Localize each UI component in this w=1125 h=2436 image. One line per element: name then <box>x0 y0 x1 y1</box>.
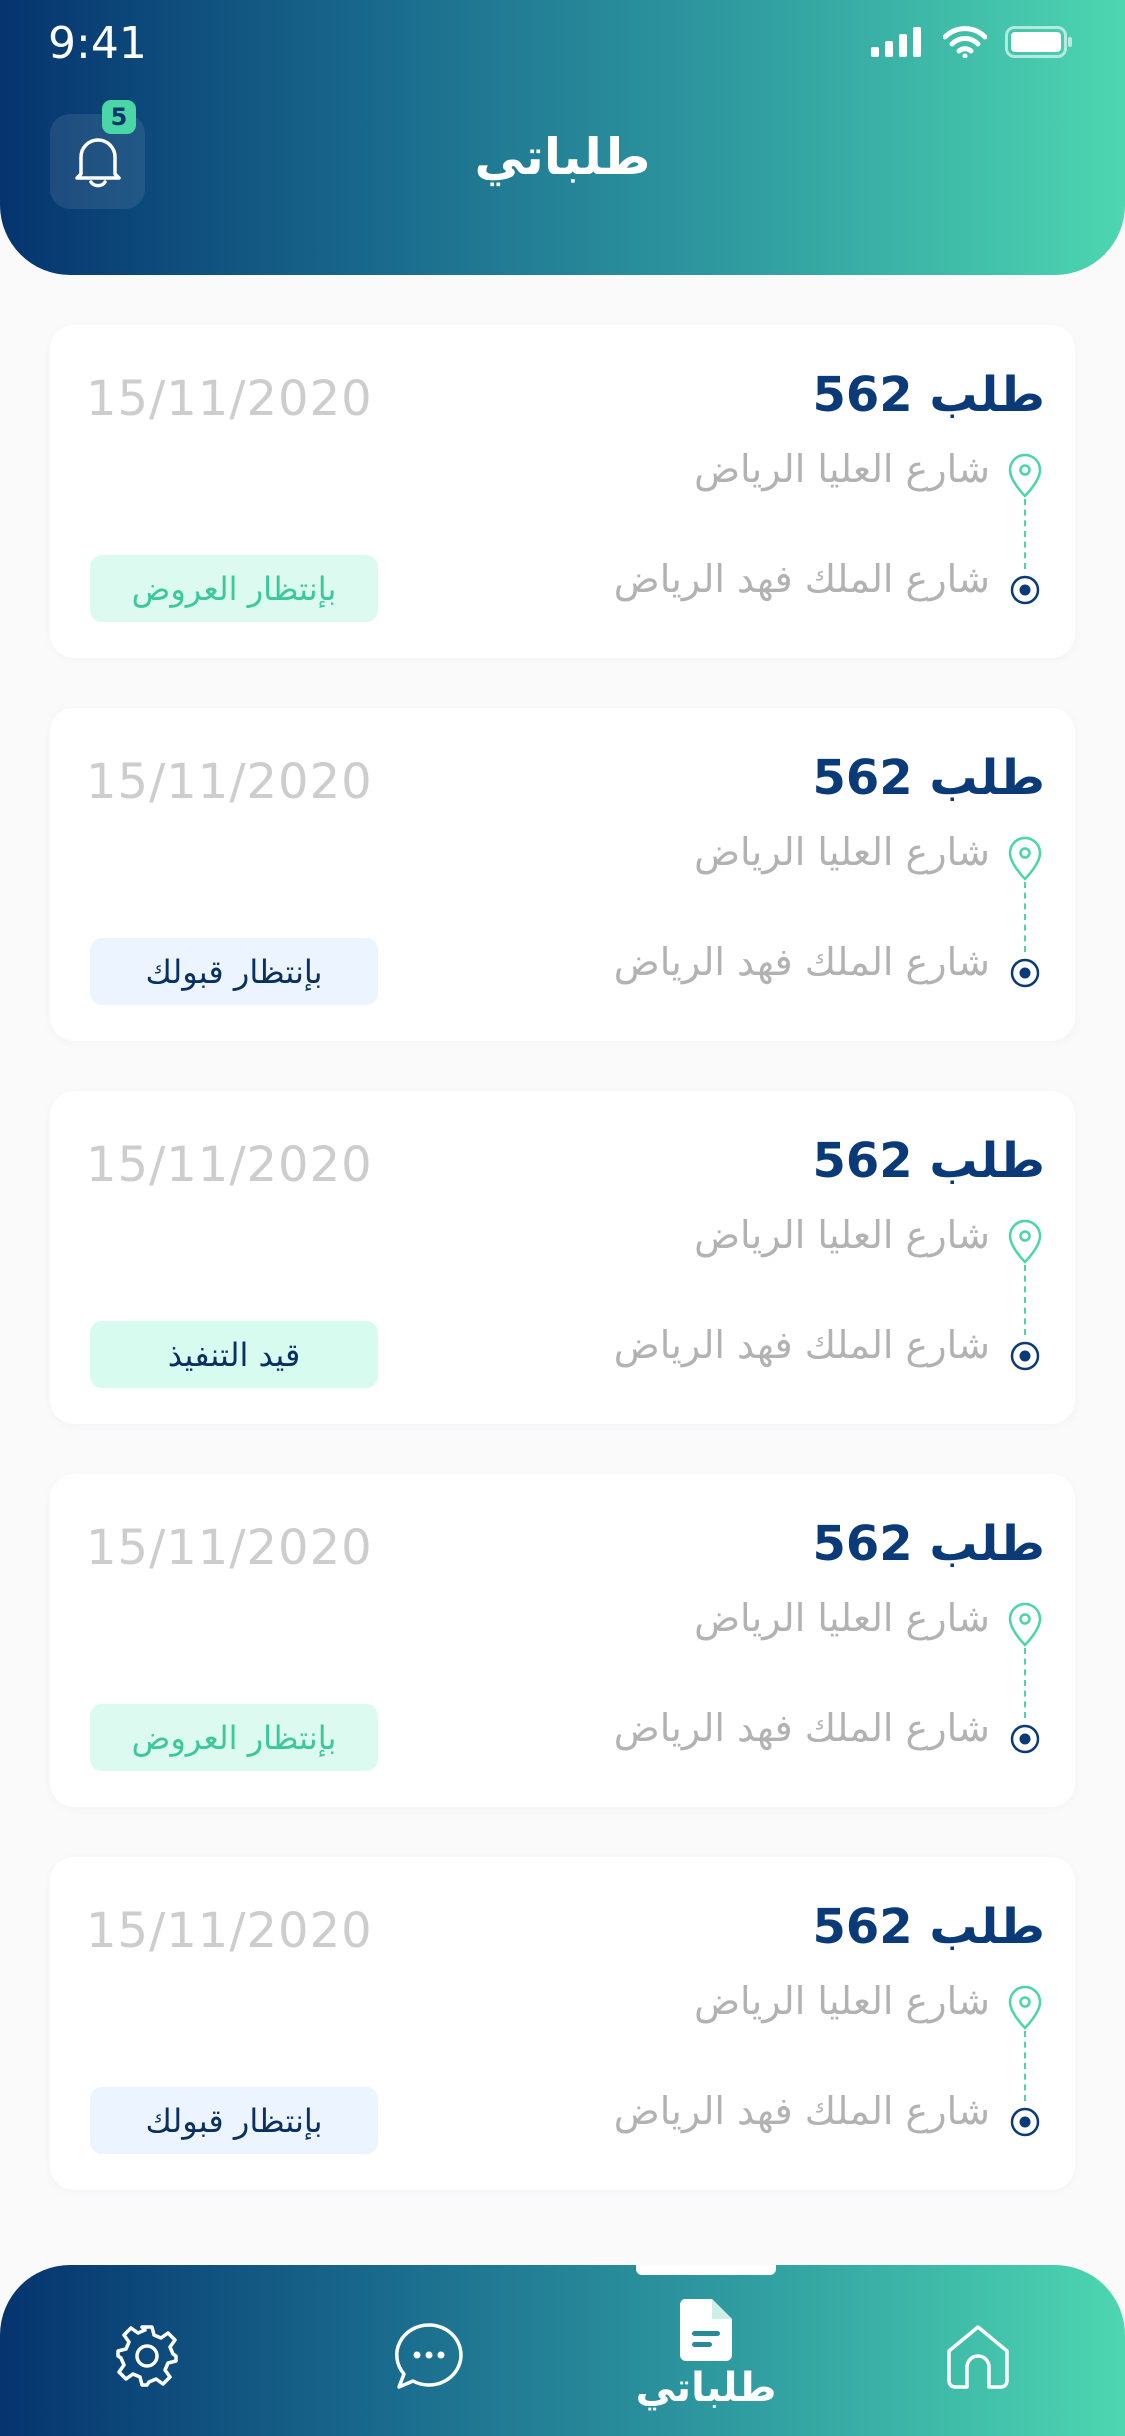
order-date: 15/11/2020 <box>86 754 373 810</box>
destination-dot-icon <box>1010 958 1040 988</box>
orders-list: طلب 562 15/11/2020 شارع العليا الرياض شا… <box>50 325 1075 2240</box>
chat-bubble-icon <box>395 2323 463 2389</box>
location-pin-icon <box>1008 836 1042 881</box>
status-badge: بإنتظار قبولك <box>90 2087 378 2154</box>
order-card[interactable]: طلب 562 15/11/2020 شارع العليا الرياض شا… <box>50 1857 1075 2190</box>
page-title: طلباتي <box>474 128 651 186</box>
wifi-icon <box>943 26 987 58</box>
order-date: 15/11/2020 <box>86 1903 373 1959</box>
order-card[interactable]: طلب 562 15/11/2020 شارع العليا الرياض شا… <box>50 1474 1075 1807</box>
home-icon <box>947 2325 1009 2389</box>
status-badge: بإنتظار العروض <box>90 1704 378 1771</box>
status-badge: بإنتظار العروض <box>90 555 378 622</box>
cellular-signal-icon <box>871 27 921 57</box>
dropoff-address: شارع الملك فهد الرياض <box>613 1706 990 1750</box>
status-badge: بإنتظار قبولك <box>90 938 378 1005</box>
order-card[interactable]: طلب 562 15/11/2020 شارع العليا الرياض شا… <box>50 708 1075 1041</box>
pickup-address: شارع العليا الرياض <box>694 1596 990 1640</box>
order-card[interactable]: طلب 562 15/11/2020 شارع العليا الرياض شا… <box>50 325 1075 658</box>
location-pin-icon <box>1008 453 1042 498</box>
order-title: طلب 562 <box>812 1133 1045 1189</box>
destination-dot-icon <box>1010 2107 1040 2137</box>
route-connector <box>1024 1265 1026 1335</box>
order-date: 15/11/2020 <box>86 1137 373 1193</box>
location-pin-icon <box>1008 1219 1042 1264</box>
pickup-address: شارع العليا الرياض <box>694 830 990 874</box>
destination-dot-icon <box>1010 1724 1040 1754</box>
nav-item-settings[interactable] <box>114 2323 180 2389</box>
pickup-address: شارع العليا الرياض <box>694 447 990 491</box>
dropoff-address: شارع الملك فهد الرياض <box>613 557 990 601</box>
order-title: طلب 562 <box>812 367 1045 423</box>
app-header: 9:41 طلباتي 5 <box>0 0 1125 275</box>
bell-icon <box>74 137 121 187</box>
destination-dot-icon <box>1010 1341 1040 1371</box>
route-connector <box>1024 499 1026 569</box>
document-icon <box>679 2299 732 2361</box>
location-pin-icon <box>1008 1602 1042 1647</box>
dropoff-address: شارع الملك فهد الرياض <box>613 2089 990 2133</box>
order-date: 15/11/2020 <box>86 371 373 427</box>
bottom-navigation: طلباتي <box>0 2265 1125 2436</box>
nav-item-label: طلباتي <box>635 2365 777 2411</box>
route-connector <box>1024 2031 1026 2101</box>
status-bar-icons <box>871 26 1073 58</box>
route-connector <box>1024 1648 1026 1718</box>
order-title: طلب 562 <box>812 750 1045 806</box>
order-title: طلب 562 <box>812 1899 1045 1955</box>
location-pin-icon <box>1008 1985 1042 2030</box>
nav-item-home[interactable] <box>943 2323 1013 2389</box>
order-title: طلب 562 <box>812 1516 1045 1572</box>
battery-icon <box>1005 26 1072 58</box>
destination-dot-icon <box>1010 575 1040 605</box>
pickup-address: شارع العليا الرياض <box>694 1213 990 1257</box>
status-bar-time: 9:41 <box>48 18 147 69</box>
notification-count-badge: 5 <box>102 100 136 134</box>
dropoff-address: شارع الملك فهد الرياض <box>613 1323 990 1367</box>
nav-item-my-orders[interactable]: طلباتي <box>636 2297 776 2411</box>
pickup-address: شارع العليا الرياض <box>694 1979 990 2023</box>
order-card[interactable]: طلب 562 15/11/2020 شارع العليا الرياض شا… <box>50 1091 1075 1424</box>
active-tab-indicator <box>636 2265 776 2275</box>
route-connector <box>1024 882 1026 952</box>
status-badge: قيد التنفيذ <box>90 1321 378 1388</box>
dropoff-address: شارع الملك فهد الرياض <box>613 940 990 984</box>
nav-item-messages[interactable] <box>393 2321 465 2391</box>
order-date: 15/11/2020 <box>86 1520 373 1576</box>
gear-icon <box>116 2325 178 2387</box>
